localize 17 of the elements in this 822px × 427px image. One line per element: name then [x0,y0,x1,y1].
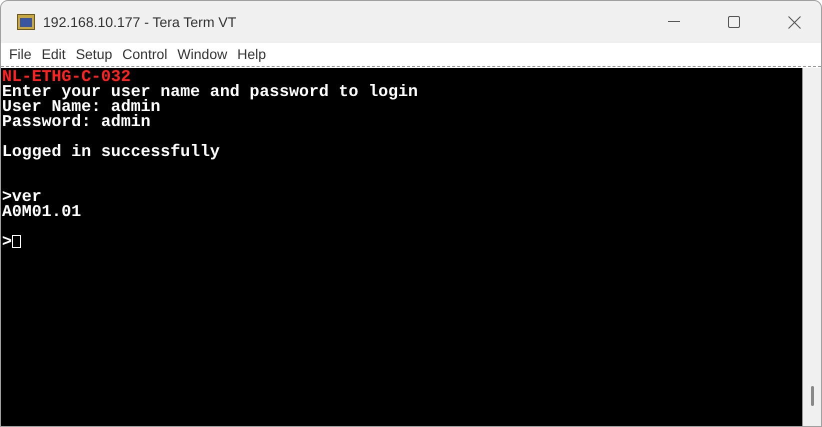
window-title: 192.168.10.177 - Tera Term VT [43,12,236,32]
menu-item[interactable]: File [4,44,37,65]
menu-item[interactable]: Setup [70,44,118,65]
close-icon [788,16,800,28]
menu-item[interactable]: Edit [36,44,71,65]
minimize-icon [668,21,680,23]
terminal-line: Password: admin [2,112,151,131]
cursor-icon [12,235,21,248]
terminal-line: Logged in successfully [2,142,220,161]
menu-item[interactable]: Control [117,44,172,65]
terminal-line: NL-ETHG-C-032 [2,67,131,86]
scrollbar-thumb[interactable] [810,386,814,406]
terminal-prompt: > [2,234,12,249]
maximize-icon [728,16,740,28]
app-icon [17,14,35,30]
menu-item[interactable]: Help [232,44,272,65]
menu-item[interactable]: Window [172,44,232,65]
